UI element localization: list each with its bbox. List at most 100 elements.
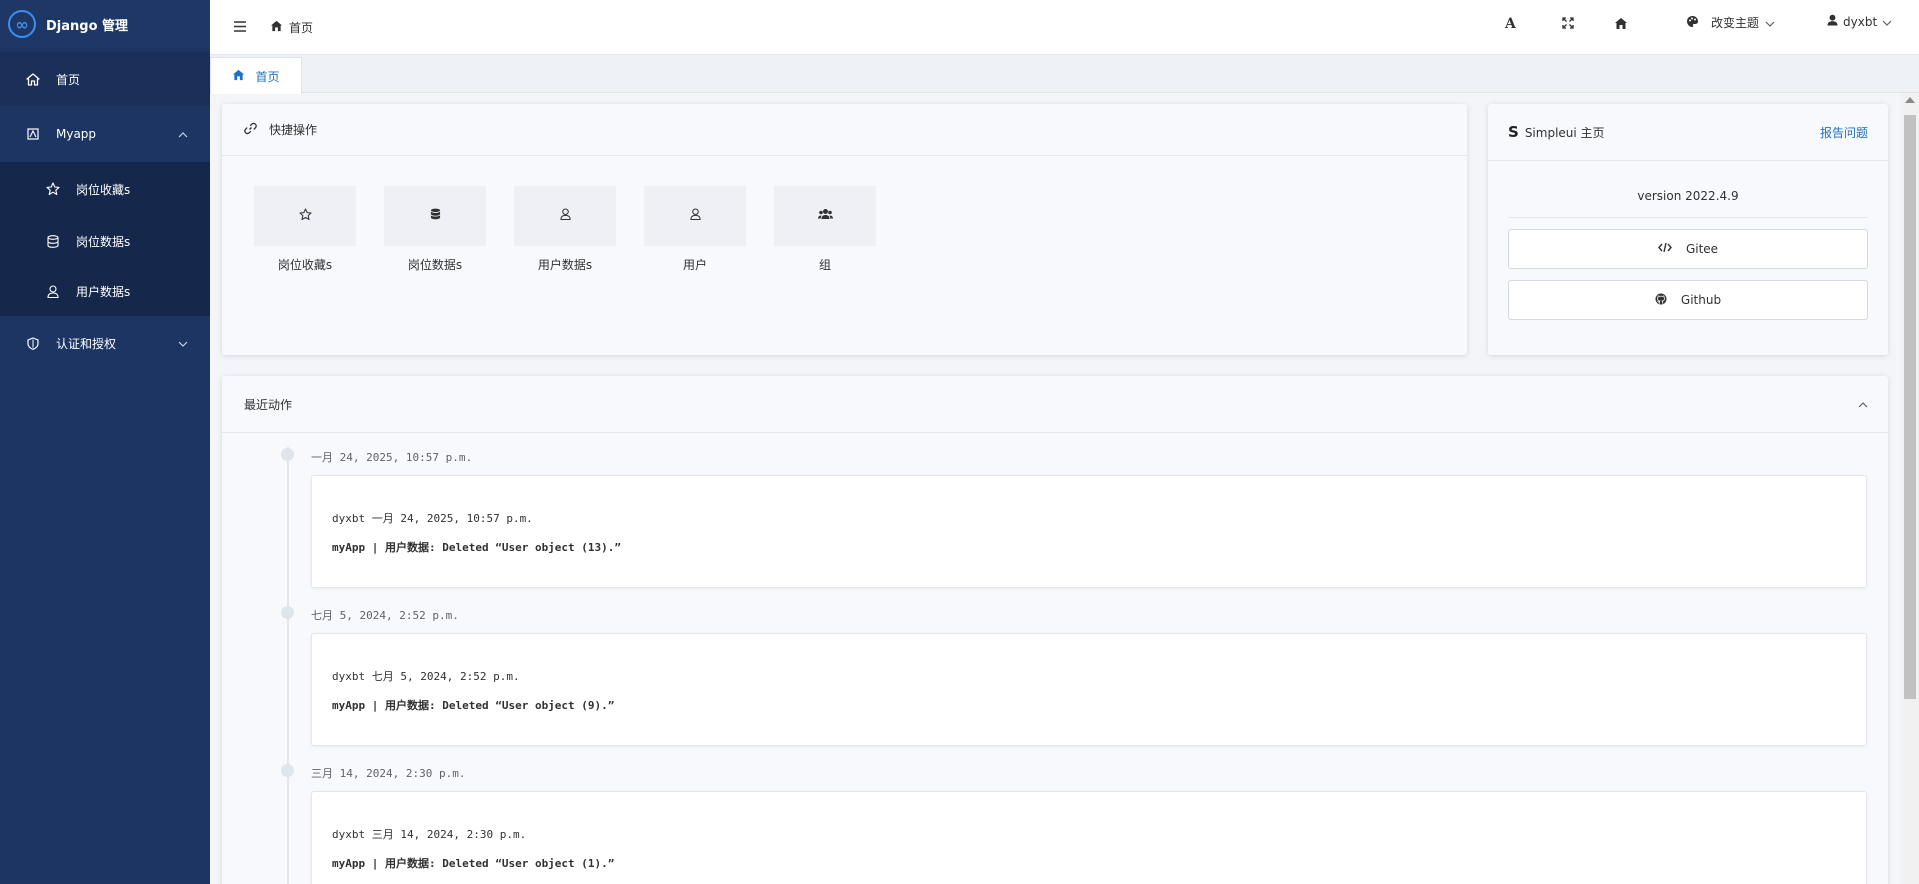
timeline-card: dyxbt 七月 5, 2024, 2:52 p.m. myApp | 用户数据… (311, 633, 1867, 746)
timeline-dot (281, 606, 294, 619)
star-icon (46, 182, 60, 196)
simpleui-header: S Simpleui 主页 报告问题 (1488, 104, 1888, 161)
chevron-up-icon[interactable] (1858, 397, 1868, 411)
scroll-thumb[interactable] (1904, 115, 1916, 699)
simpleui-logo: S (1508, 123, 1519, 141)
github-button-label: Github (1680, 293, 1722, 307)
user-icon (46, 284, 60, 298)
quick-actions-header: 快捷操作 (222, 104, 1467, 156)
simpleui-title-wrap: S Simpleui 主页 (1508, 123, 1605, 141)
report-issue-link[interactable]: 报告问题 (1820, 124, 1868, 141)
quick-item-groups[interactable]: 组 (774, 186, 876, 273)
gitee-button-label: Gitee (1685, 242, 1719, 256)
sidebar-item-label: 首页 (56, 72, 81, 87)
quick-item-users[interactable]: 用户 (644, 186, 746, 273)
quick-item-box (254, 186, 356, 246)
chevron-up-icon (178, 127, 188, 141)
database-icon (430, 208, 441, 224)
theme-label: 改变主题 (1711, 16, 1760, 30)
sidebar-group-auth[interactable]: 认证和授权 (0, 316, 210, 370)
menu-toggle-icon[interactable] (234, 21, 246, 33)
logo-icon: ∞ (8, 10, 36, 38)
timeline-timestamp: 一月 24, 2025, 10:57 p.m. (311, 451, 473, 464)
page-scrollbar[interactable] (1901, 93, 1919, 884)
quick-item-label: 岗位数据s (407, 258, 463, 272)
code-icon (1658, 242, 1686, 256)
quick-item-box (514, 186, 616, 246)
simpleui-card: S Simpleui 主页 报告问题 version 2022.4.9 Gite… (1488, 104, 1888, 355)
quick-item-label: 组 (818, 258, 831, 272)
recent-actions-card: 最近动作 一月 24, 2025, 10:57 p.m. dyxbt 一月 24… (222, 376, 1888, 884)
github-button[interactable]: Github (1508, 280, 1868, 320)
sidebar: ∞ Django 管理 首页 Myapp 岗位收藏s 岗位数据s 用户数据s 认… (0, 0, 210, 884)
sidebar-item-home[interactable]: 首页 (0, 52, 210, 106)
scroll-up-arrow-icon[interactable] (1905, 97, 1915, 103)
user-icon (689, 208, 701, 224)
timeline-user-line: dyxbt 一月 24, 2025, 10:57 p.m. (332, 512, 533, 525)
chevron-down-icon (1765, 16, 1775, 30)
logo-row[interactable]: ∞ Django 管理 (0, 0, 210, 48)
quick-item-user-data[interactable]: 用户数据s (514, 186, 616, 273)
timeline-message: myApp | 用户数据: Deleted “User object (13).… (332, 541, 622, 554)
sidebar-item-label: 岗位数据s (76, 234, 131, 249)
tab-label: 首页 (255, 69, 280, 84)
star-icon (298, 207, 312, 225)
sidebar-item-job-data[interactable]: 岗位数据s (0, 216, 210, 266)
chevron-down-icon (1882, 15, 1892, 29)
quick-item-box (644, 186, 746, 246)
tab-strip: 首页 (210, 55, 1919, 94)
palette-icon (1686, 15, 1699, 31)
app-title: Django 管理 (46, 18, 129, 34)
quick-actions-title: 快捷操作 (269, 123, 318, 137)
quick-item-box (384, 186, 486, 246)
sidebar-item-user-data[interactable]: 用户数据s (0, 266, 210, 316)
fullscreen-icon[interactable] (1561, 16, 1575, 30)
home-icon (26, 72, 40, 86)
home-icon (232, 69, 255, 84)
sidebar-group-label: Myapp (56, 127, 97, 141)
quick-item-label: 岗位收藏s (277, 258, 333, 272)
gitee-button[interactable]: Gitee (1508, 229, 1868, 269)
recent-actions-header: 最近动作 (222, 376, 1888, 433)
home-icon[interactable] (1614, 16, 1628, 30)
github-icon (1655, 293, 1681, 308)
user-menu[interactable]: dyxbt (1827, 14, 1892, 29)
timeline-timestamp: 七月 5, 2024, 2:52 p.m. (311, 609, 459, 622)
home-icon (270, 20, 289, 35)
link-icon (244, 122, 269, 138)
sidebar-item-job-favorites[interactable]: 岗位收藏s (0, 162, 210, 216)
chevron-down-icon (178, 336, 188, 350)
quick-item-label: 用户 (682, 258, 707, 272)
simpleui-title[interactable]: Simpleui 主页 (1525, 124, 1605, 141)
quick-item-job-favorites[interactable]: 岗位收藏s (254, 186, 356, 273)
font-size-icon[interactable]: A (1505, 16, 1516, 32)
user-name: dyxbt (1843, 14, 1878, 29)
timeline-line (287, 447, 289, 884)
timeline-message: myApp | 用户数据: Deleted “User object (9).” (332, 699, 615, 712)
timeline-message: myApp | 用户数据: Deleted “User object (1).” (332, 857, 615, 870)
user-icon (1827, 14, 1838, 29)
quick-item-job-data[interactable]: 岗位数据s (384, 186, 486, 273)
quick-item-label: 用户数据s (537, 258, 593, 272)
sidebar-group-myapp[interactable]: Myapp (0, 106, 210, 162)
quick-item-box (774, 186, 876, 246)
sidebar-item-label: 用户数据s (76, 284, 131, 299)
quick-actions-grid: 岗位收藏s 岗位数据s 用户数据s 用户 组 (254, 186, 904, 273)
theme-switcher[interactable]: 改变主题 (1680, 14, 1775, 31)
tab-home[interactable]: 首页 (210, 57, 302, 94)
quick-actions-card: 快捷操作 岗位收藏s 岗位数据s 用户数据s 用户 组 (222, 104, 1467, 355)
breadcrumb[interactable]: 首页 (270, 19, 313, 36)
timeline-dot (281, 764, 294, 777)
breadcrumb-label: 首页 (289, 20, 314, 35)
top-header: 首页 A 改变主题 dyxbt (210, 0, 1919, 55)
timeline-card: dyxbt 三月 14, 2024, 2:30 p.m. myApp | 用户数… (311, 791, 1867, 884)
timeline-card: dyxbt 一月 24, 2025, 10:57 p.m. myApp | 用户… (311, 475, 1867, 588)
timeline-timestamp: 三月 14, 2024, 2:30 p.m. (311, 767, 466, 780)
sidebar-item-label: 岗位收藏s (76, 182, 131, 197)
users-icon (817, 208, 833, 224)
app-icon (26, 127, 40, 141)
divider (1508, 217, 1868, 218)
timeline-user-line: dyxbt 七月 5, 2024, 2:52 p.m. (332, 670, 520, 683)
timeline-dot (281, 448, 294, 461)
recent-actions-title: 最近动作 (244, 397, 293, 412)
